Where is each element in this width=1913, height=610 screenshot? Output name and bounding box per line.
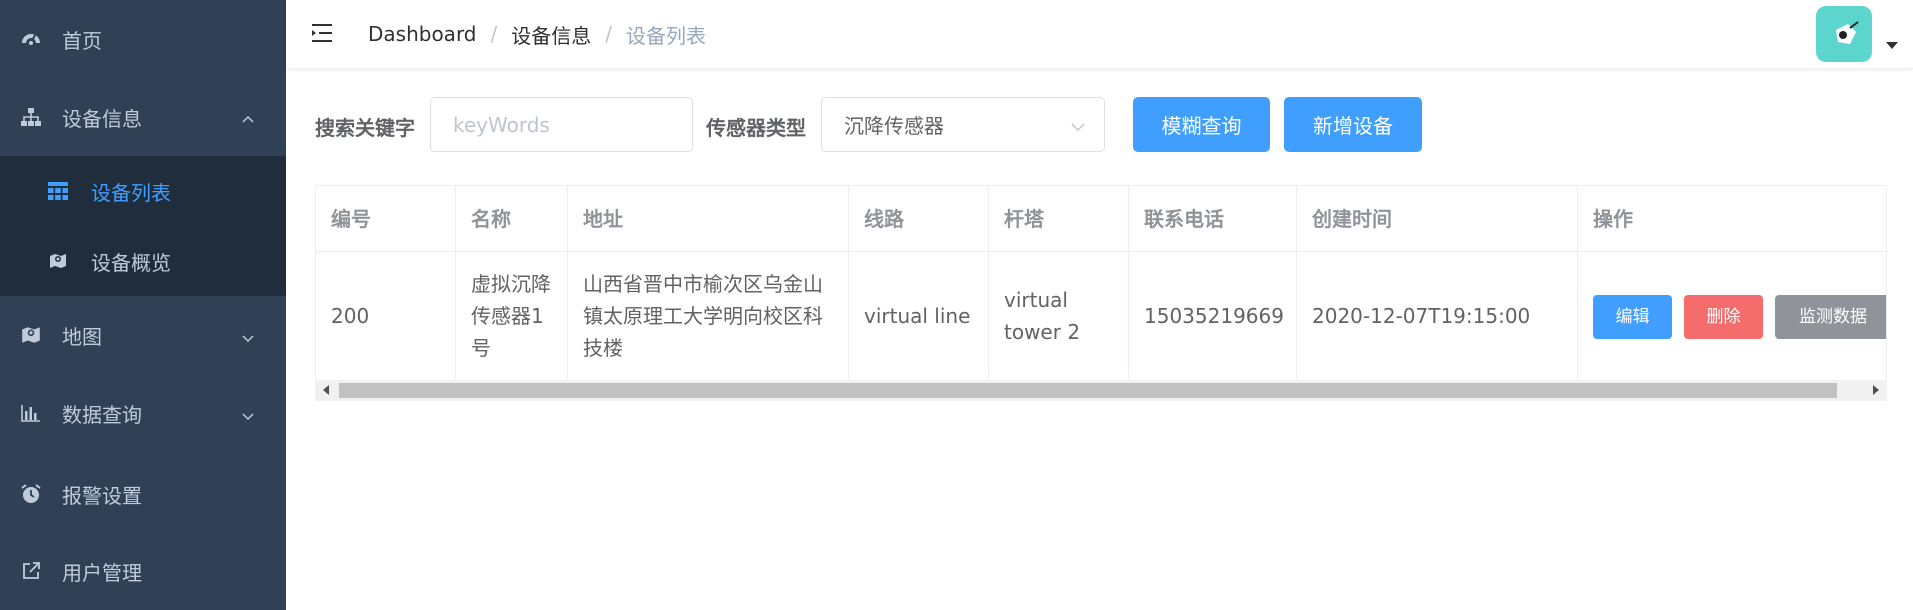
fuzzy-search-button[interactable]: 模糊查询: [1133, 97, 1270, 152]
table-row: 200 虚拟沉降传感器1号 山西省晋中市榆次区乌金山镇太原理工大学明向校区科技楼…: [316, 252, 1886, 381]
cell-phone: 15035219669: [1129, 252, 1297, 380]
sidebar-item-label: 设备列表: [91, 180, 171, 205]
cell-address: 山西省晋中市榆次区乌金山镇太原理工大学明向校区科技楼: [568, 252, 849, 380]
chevron-down-icon: [240, 327, 256, 343]
cell-tower: virtual tower 2: [989, 252, 1129, 380]
cell-created: 2020-12-07T19:15:00: [1297, 252, 1578, 380]
cell-id: 200: [316, 252, 456, 380]
device-table: 编号 名称 地址 线路 杆塔 联系电话 创建时间 操作 200 虚拟沉降传感器1…: [315, 185, 1887, 382]
breadcrumb-item-dashboard[interactable]: Dashboard: [368, 22, 477, 46]
navbar: Dashboard / 设备信息 / 设备列表: [286, 0, 1913, 69]
breadcrumb-item-device-list: 设备列表: [626, 23, 707, 48]
sidebar-item-data-query[interactable]: 数据查询: [0, 374, 286, 452]
scrollbar-thumb[interactable]: [339, 383, 1837, 398]
scroll-right-icon[interactable]: [1873, 385, 1879, 395]
cell-line: virtual line: [849, 252, 989, 380]
device-submenu: 设备列表 设备概览: [0, 156, 286, 296]
column-header-created: 创建时间: [1297, 186, 1578, 251]
sitemap-icon: [20, 106, 42, 128]
table-icon: [48, 181, 68, 201]
chevron-up-icon: [240, 109, 256, 125]
table-header: 编号 名称 地址 线路 杆塔 联系电话 创建时间 操作: [316, 186, 1886, 252]
sidebar-item-label: 用户管理: [62, 560, 142, 585]
sensor-type-select[interactable]: 沉降传感器: [821, 97, 1105, 152]
sidebar-item-device-info[interactable]: 设备信息: [0, 78, 286, 156]
chevron-down-icon: [240, 405, 256, 421]
sidebar-item-label: 首页: [62, 28, 102, 53]
column-header-line: 线路: [849, 186, 989, 251]
column-header-tower: 杆塔: [989, 186, 1129, 251]
sidebar-item-alarm-settings[interactable]: 报警设置: [0, 455, 286, 533]
keyword-input[interactable]: [430, 97, 693, 152]
sidebar: 首页 设备信息 设备列表 设备概览 地图 数据查询 报警设置 用户管理: [0, 0, 286, 610]
column-header-phone: 联系电话: [1129, 186, 1297, 251]
monitor-data-button[interactable]: 监测数据: [1775, 295, 1886, 339]
chart-icon: [20, 402, 42, 424]
breadcrumb-item-device-info[interactable]: 设备信息: [511, 20, 591, 49]
external-link-icon: [20, 560, 42, 582]
cell-name: 虚拟沉降传感器1号: [456, 252, 568, 380]
edit-button[interactable]: 编辑: [1593, 295, 1672, 339]
caret-down-icon[interactable]: [1886, 42, 1898, 49]
add-device-button[interactable]: 新增设备: [1284, 97, 1422, 152]
horizontal-scrollbar[interactable]: [315, 380, 1887, 401]
sensor-type-value: 沉降传感器: [844, 114, 944, 138]
chevron-down-icon: [1070, 116, 1086, 132]
column-header-actions: 操作: [1593, 206, 1633, 231]
sidebar-item-user-management[interactable]: 用户管理: [0, 532, 286, 610]
keyword-label: 搜索关键字: [315, 116, 415, 140]
sidebar-item-device-list[interactable]: 设备列表: [0, 156, 286, 226]
sidebar-item-label: 地图: [62, 324, 102, 349]
sidebar-item-label: 数据查询: [62, 402, 142, 427]
alarm-icon: [20, 483, 42, 505]
column-header-name: 名称: [456, 186, 568, 251]
map-icon: [48, 251, 68, 271]
avatar[interactable]: [1816, 6, 1872, 62]
sidebar-item-label: 报警设置: [62, 483, 142, 508]
delete-button[interactable]: 删除: [1684, 295, 1763, 339]
breadcrumb-separator: /: [605, 22, 613, 46]
breadcrumb: Dashboard / 设备信息 / 设备列表: [368, 0, 706, 68]
dashboard-icon: [20, 28, 42, 50]
column-header-id: 编号: [316, 186, 456, 251]
breadcrumb-separator: /: [490, 22, 498, 46]
cell-actions: 编辑 删除 监测数据: [1578, 252, 1886, 380]
scroll-left-icon[interactable]: [323, 385, 329, 395]
sidebar-item-label: 设备概览: [91, 250, 171, 275]
sidebar-item-device-overview[interactable]: 设备概览: [0, 226, 286, 296]
sidebar-item-label: 设备信息: [62, 106, 142, 131]
column-header-address: 地址: [568, 186, 849, 251]
sidebar-item-home[interactable]: 首页: [0, 0, 286, 78]
sensor-type-label: 传感器类型: [706, 116, 806, 140]
hamburger-icon[interactable]: [310, 21, 334, 45]
map-icon: [20, 324, 42, 346]
sidebar-item-map[interactable]: 地图: [0, 296, 286, 374]
